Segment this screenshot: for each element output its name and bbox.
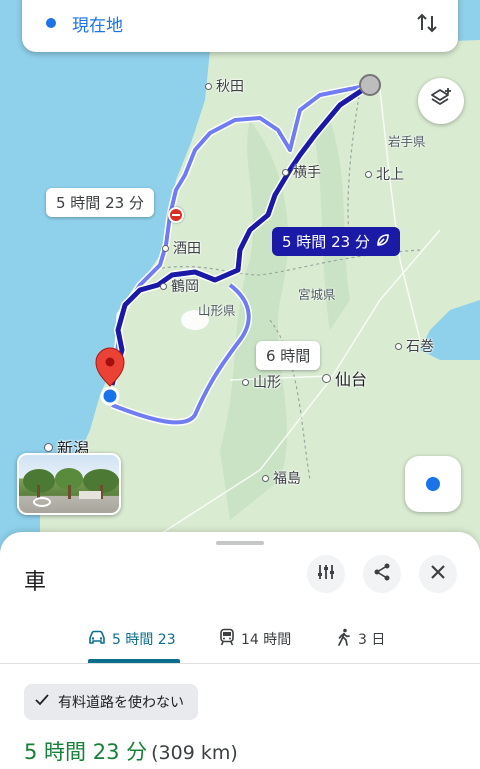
route-label-alt-inland[interactable]: 6 時間 bbox=[256, 341, 321, 370]
tab-transit[interactable]: 14 時間 bbox=[219, 614, 291, 664]
avoid-tolls-chip[interactable]: 有料道路を使わない bbox=[24, 684, 198, 720]
place-kitakami[interactable]: 北上 bbox=[365, 164, 404, 184]
swap-icon[interactable] bbox=[414, 10, 440, 36]
map-view[interactable]: 秋田 横手 北上 酒田 鶴岡 山形 仙台 石巻 新潟 福島 岩手県 山形県 宮城… bbox=[0, 0, 480, 560]
my-location-button[interactable] bbox=[405, 456, 461, 512]
pref-iwate: 岩手県 bbox=[388, 134, 426, 149]
tab-car-label: 5 時間 23 bbox=[112, 632, 176, 648]
destination-marker bbox=[359, 74, 381, 96]
street-view-thumbnail[interactable] bbox=[17, 453, 121, 515]
close-icon bbox=[429, 563, 447, 585]
place-fukushima[interactable]: 福島 bbox=[262, 468, 301, 488]
tune-icon bbox=[316, 562, 336, 586]
tab-walk[interactable]: 3 日 bbox=[336, 614, 385, 664]
route-label-alt-west[interactable]: 5 時間 23 分 bbox=[46, 188, 154, 217]
origin-dot bbox=[100, 386, 120, 406]
route-options-button[interactable] bbox=[307, 555, 345, 593]
place-sakata[interactable]: 酒田 bbox=[162, 238, 201, 258]
closure-icon[interactable] bbox=[168, 207, 184, 223]
route-distance: (309 km) bbox=[151, 742, 238, 764]
route-summary: 5 時間 23 分 (309 km) bbox=[24, 736, 238, 766]
place-yokote[interactable]: 横手 bbox=[282, 162, 321, 182]
share-button[interactable] bbox=[363, 555, 401, 593]
tab-transit-label: 14 時間 bbox=[241, 632, 292, 648]
active-tab-indicator bbox=[88, 659, 180, 663]
route-duration: 5 時間 23 分 bbox=[24, 740, 148, 764]
pref-yamagata: 山形県 bbox=[198, 303, 236, 318]
current-location-dot-icon bbox=[46, 18, 56, 28]
travel-mode-tabs: 5 時間 23 14 時間 3 日 bbox=[0, 614, 480, 664]
place-sendai[interactable]: 仙台 bbox=[322, 366, 367, 390]
place-yamagata[interactable]: 山形 bbox=[242, 372, 281, 392]
route-label-main-text: 5 時間 23 分 bbox=[282, 233, 370, 251]
close-button[interactable] bbox=[419, 555, 457, 593]
route-label-main[interactable]: 5 時間 23 分 bbox=[272, 227, 400, 256]
train-icon bbox=[219, 628, 235, 650]
check-icon bbox=[34, 693, 50, 711]
eco-leaf-icon bbox=[376, 233, 390, 251]
travel-mode-title: 車 bbox=[24, 570, 47, 595]
layers-button[interactable] bbox=[418, 78, 464, 124]
pref-miyagi: 宮城県 bbox=[298, 287, 336, 302]
place-ishinomaki[interactable]: 石巻 bbox=[395, 336, 434, 356]
origin-input[interactable]: 現在地 bbox=[72, 11, 414, 36]
layers-icon bbox=[429, 87, 453, 115]
tab-car[interactable]: 5 時間 23 bbox=[88, 614, 176, 664]
street-view-rotate-icon bbox=[33, 497, 51, 507]
my-location-icon bbox=[426, 477, 440, 491]
origin-card[interactable]: 現在地 bbox=[22, 0, 458, 52]
share-icon bbox=[372, 562, 392, 586]
directions-sheet[interactable]: 車 5 時間 23 14 時間 3 日 有料道路を使わない 5 時間 23 分 … bbox=[0, 532, 480, 769]
place-tsuruoka[interactable]: 鶴岡 bbox=[160, 276, 199, 296]
car-icon bbox=[88, 629, 106, 649]
walk-icon bbox=[336, 628, 352, 650]
sheet-drag-handle[interactable] bbox=[216, 541, 264, 545]
tab-walk-label: 3 日 bbox=[358, 632, 386, 648]
place-akita[interactable]: 秋田 bbox=[205, 76, 244, 96]
avoid-tolls-label: 有料道路を使わない bbox=[58, 695, 184, 711]
